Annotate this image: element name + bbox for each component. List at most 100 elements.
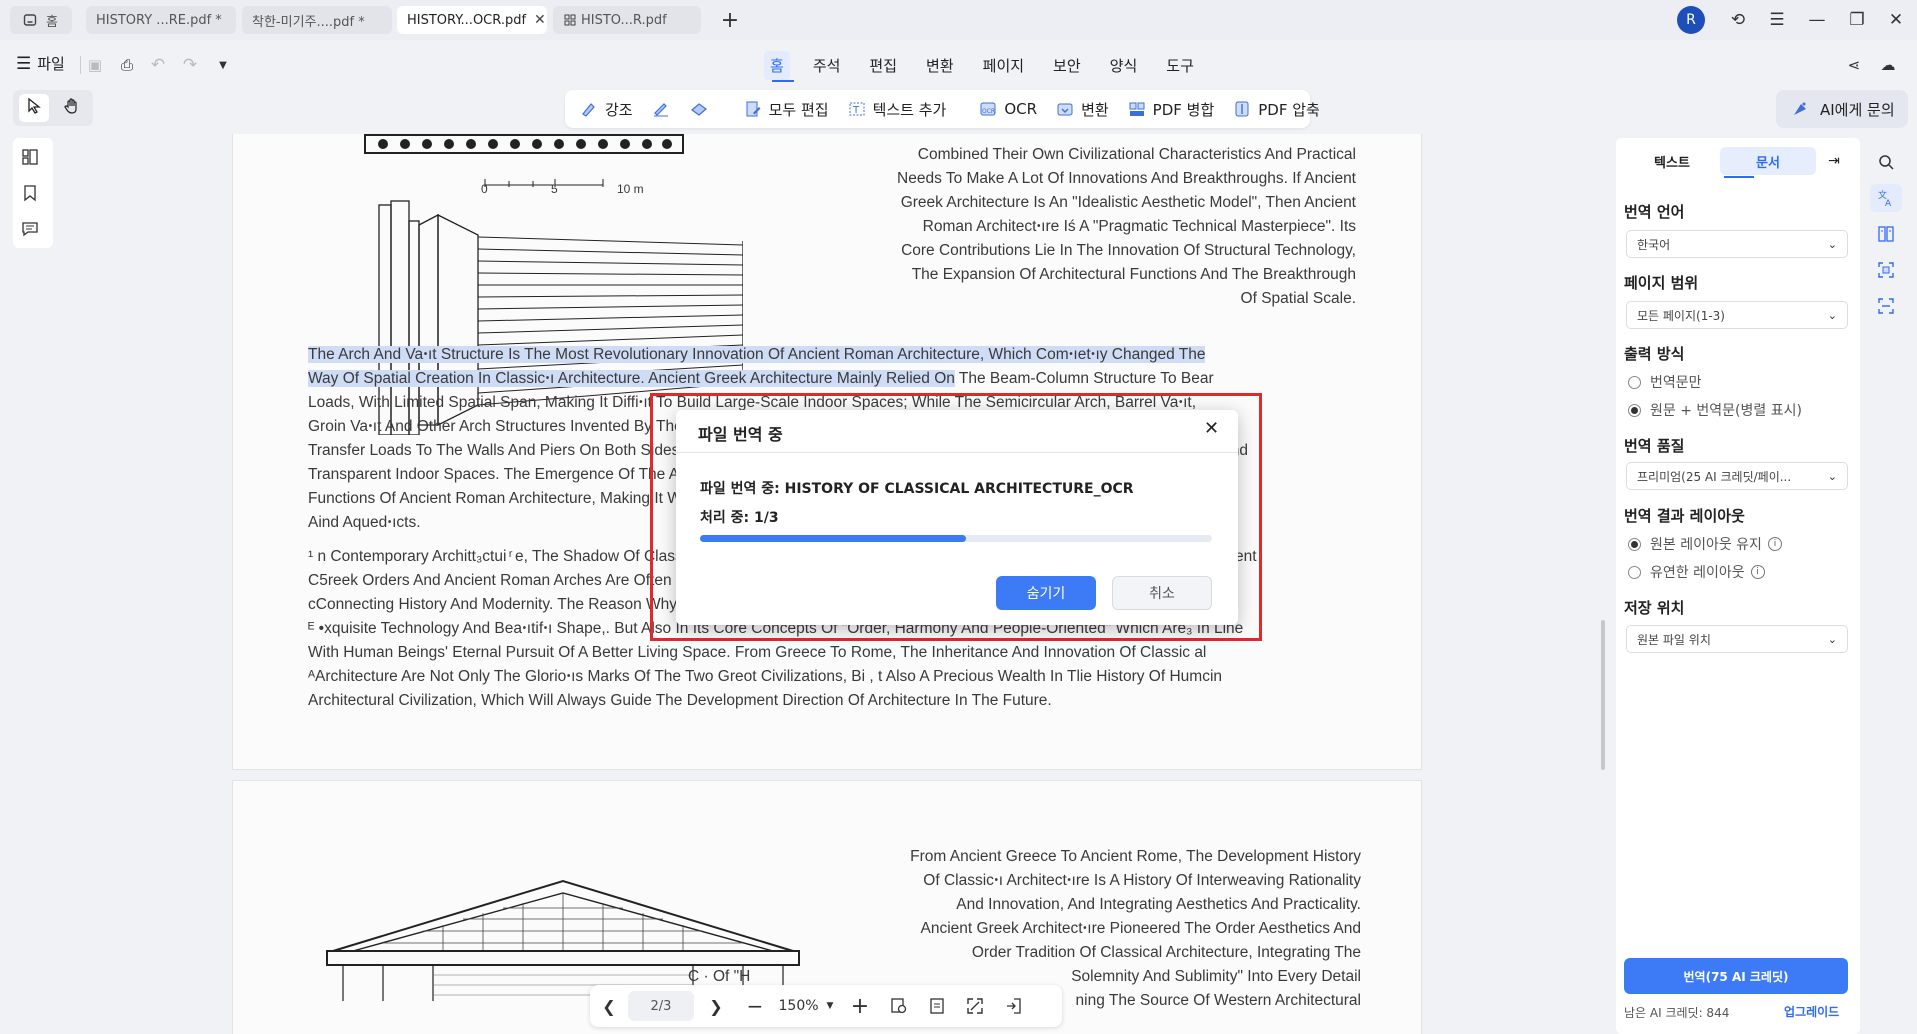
- comment-icon[interactable]: [21, 220, 39, 242]
- layout-label: 번역 결과 레이아웃: [1624, 507, 1745, 525]
- translate-button[interactable]: 번역(75 AI 크레딧): [1624, 958, 1848, 994]
- hide-button[interactable]: 숨기기: [996, 576, 1096, 610]
- radio-translation-only[interactable]: 번역문만: [1628, 372, 1702, 392]
- progress-bar-fill: [700, 535, 967, 542]
- new-tab-plus-icon[interactable]: +: [718, 8, 742, 33]
- tab-form[interactable]: 양식: [1104, 51, 1144, 80]
- search-icon[interactable]: [1870, 148, 1902, 176]
- divider: [676, 452, 1238, 453]
- minimize-icon[interactable]: —: [1805, 8, 1829, 32]
- edit-all-button[interactable]: 모두 편집: [743, 99, 829, 120]
- save-icon[interactable]: ▣: [83, 53, 107, 77]
- file-menu[interactable]: ☰ 파일: [16, 53, 65, 74]
- cancel-button[interactable]: 취소: [1112, 576, 1212, 610]
- underline-tool-button[interactable]: [651, 99, 677, 119]
- ocr-button[interactable]: OCR OCR: [978, 99, 1037, 119]
- zoom-in-button[interactable]: +: [840, 985, 880, 1027]
- save-location-label: 저장 위치: [1624, 599, 1685, 617]
- zoom-out-button[interactable]: −: [738, 985, 772, 1027]
- radio-label: 번역문만: [1650, 375, 1702, 391]
- merge-pdf-label: PDF 병합: [1152, 100, 1215, 119]
- tab-edit[interactable]: 편집: [863, 51, 903, 80]
- compare-icon[interactable]: [1870, 220, 1902, 248]
- tab-security[interactable]: 보안: [1047, 51, 1087, 80]
- close-window-icon[interactable]: ✕: [1884, 8, 1908, 32]
- redo-icon[interactable]: ↷: [178, 53, 202, 77]
- ai-sparkle-icon: [1790, 99, 1810, 119]
- add-text-button[interactable]: T 텍스트 추가: [847, 99, 947, 120]
- tab-home-menu[interactable]: 홈: [764, 51, 790, 80]
- document-scrollbar[interactable]: [1601, 620, 1605, 770]
- scale-label-5: 5: [551, 182, 558, 196]
- language-select[interactable]: 한국어 ⌄: [1626, 230, 1848, 258]
- close-tab-icon[interactable]: ✕: [526, 12, 546, 28]
- highlight-button[interactable]: 강조: [579, 99, 633, 120]
- translate-icon[interactable]: 文A: [1870, 184, 1902, 212]
- highlight-label: 강조: [605, 100, 633, 119]
- print-icon[interactable]: ⎙: [115, 53, 139, 77]
- info-icon[interactable]: i: [1767, 537, 1782, 551]
- hand-tool-button[interactable]: [57, 94, 87, 122]
- radio-flexible-layout[interactable]: 유연한 레이아웃 i: [1628, 562, 1765, 582]
- undo-icon[interactable]: ↶: [146, 53, 170, 77]
- fullscreen-icon[interactable]: [956, 985, 994, 1027]
- radio-parallel[interactable]: 원문 + 번역문(병렬 표시): [1628, 400, 1802, 420]
- tab-korean-file[interactable]: 착한-미기주....pdf *: [242, 6, 392, 34]
- collapse-panel-icon[interactable]: ⇥: [1816, 153, 1852, 169]
- page-range-label: 페이지 범위: [1624, 274, 1699, 292]
- tab-history-ocr[interactable]: HISTORY...OCR.pdf ✕: [397, 6, 547, 34]
- scan-icon[interactable]: [1870, 256, 1902, 284]
- cloud-upload-icon[interactable]: ☁: [1876, 53, 1900, 77]
- text-line: From Ancient Greece To Ancient Rome, The…: [910, 848, 1361, 865]
- save-location-select[interactable]: 원본 파일 위치 ⌄: [1626, 625, 1848, 653]
- tab-text-translate[interactable]: 텍스트: [1624, 152, 1720, 171]
- chevron-down-icon: ⌄: [1827, 632, 1837, 646]
- share-icon[interactable]: ⋖: [1842, 53, 1866, 77]
- info-icon[interactable]: i: [1750, 565, 1765, 579]
- page-range-value: 모든 페이지(1-3): [1637, 308, 1725, 323]
- zoom-level[interactable]: 150% ▼: [772, 985, 840, 1027]
- select-tool-button[interactable]: [19, 94, 49, 122]
- maximize-icon[interactable]: ❐: [1845, 8, 1869, 32]
- left-sidebar: [13, 138, 53, 248]
- fit-width-icon[interactable]: [918, 985, 956, 1027]
- page-number-input[interactable]: 2/3: [628, 991, 694, 1021]
- tab-page[interactable]: 페이지: [977, 51, 1030, 80]
- upgrade-link[interactable]: 업그레이드: [1784, 1003, 1839, 1020]
- chevron-down-icon: ⌄: [1827, 469, 1837, 483]
- tab-history-re[interactable]: HISTORY ...RE.pdf *: [86, 6, 236, 34]
- thumbnails-icon[interactable]: [21, 148, 39, 170]
- quality-select[interactable]: 프리미엄(25 AI 크레딧/페이... ⌄: [1626, 462, 1848, 490]
- add-text-label: 텍스트 추가: [872, 100, 947, 119]
- prev-page-button[interactable]: ❮: [590, 985, 628, 1027]
- exit-view-icon[interactable]: [994, 985, 1032, 1027]
- quick-access-dropdown-icon[interactable]: ▼: [211, 53, 235, 77]
- close-dialog-icon[interactable]: ✕: [1204, 418, 1219, 439]
- bookmark-icon[interactable]: [21, 184, 39, 206]
- page-navigation-bar: ❮ 2/3 ❯ − 150% ▼ +: [590, 985, 1062, 1027]
- tab-history-r[interactable]: HISTO...R.pdf: [553, 6, 701, 34]
- ask-ai-button[interactable]: AI에게 문의: [1776, 90, 1908, 128]
- highlighted-text[interactable]: Way Of Spatial Creation In Classicꞏı Arc…: [308, 370, 955, 387]
- next-page-button[interactable]: ❯: [694, 985, 738, 1027]
- ocr-scan-icon[interactable]: [1870, 292, 1902, 320]
- eraser-tool-button[interactable]: [689, 99, 715, 119]
- convert-button[interactable]: 변환: [1055, 99, 1109, 120]
- page-range-select[interactable]: 모든 페이지(1-3) ⌄: [1626, 301, 1848, 329]
- active-tab-indicator: [772, 80, 794, 82]
- tab-document-translate[interactable]: 문서: [1720, 147, 1816, 175]
- menu-icon[interactable]: ☰: [1765, 8, 1789, 32]
- compress-pdf-button[interactable]: PDF 압축: [1232, 99, 1320, 120]
- radio-keep-layout[interactable]: 원본 레이아웃 유지 i: [1628, 534, 1782, 554]
- tab-convert[interactable]: 변환: [920, 51, 960, 80]
- tab-tools[interactable]: 도구: [1160, 51, 1200, 80]
- avatar[interactable]: R: [1677, 6, 1705, 34]
- zoom-value: 150%: [778, 998, 819, 1014]
- text-line: Greek Architecture Is An "Idealistic Aes…: [900, 194, 1356, 211]
- merge-pdf-button[interactable]: PDF 병합: [1127, 99, 1215, 120]
- sync-icon[interactable]: ⟲: [1726, 8, 1750, 32]
- tab-annotate[interactable]: 주석: [807, 51, 847, 80]
- tab-home[interactable]: 홈: [10, 6, 72, 34]
- fit-page-icon[interactable]: [880, 985, 918, 1027]
- highlighted-text[interactable]: The Arch And Vaꞏıt Structure Is The Most…: [308, 346, 1206, 363]
